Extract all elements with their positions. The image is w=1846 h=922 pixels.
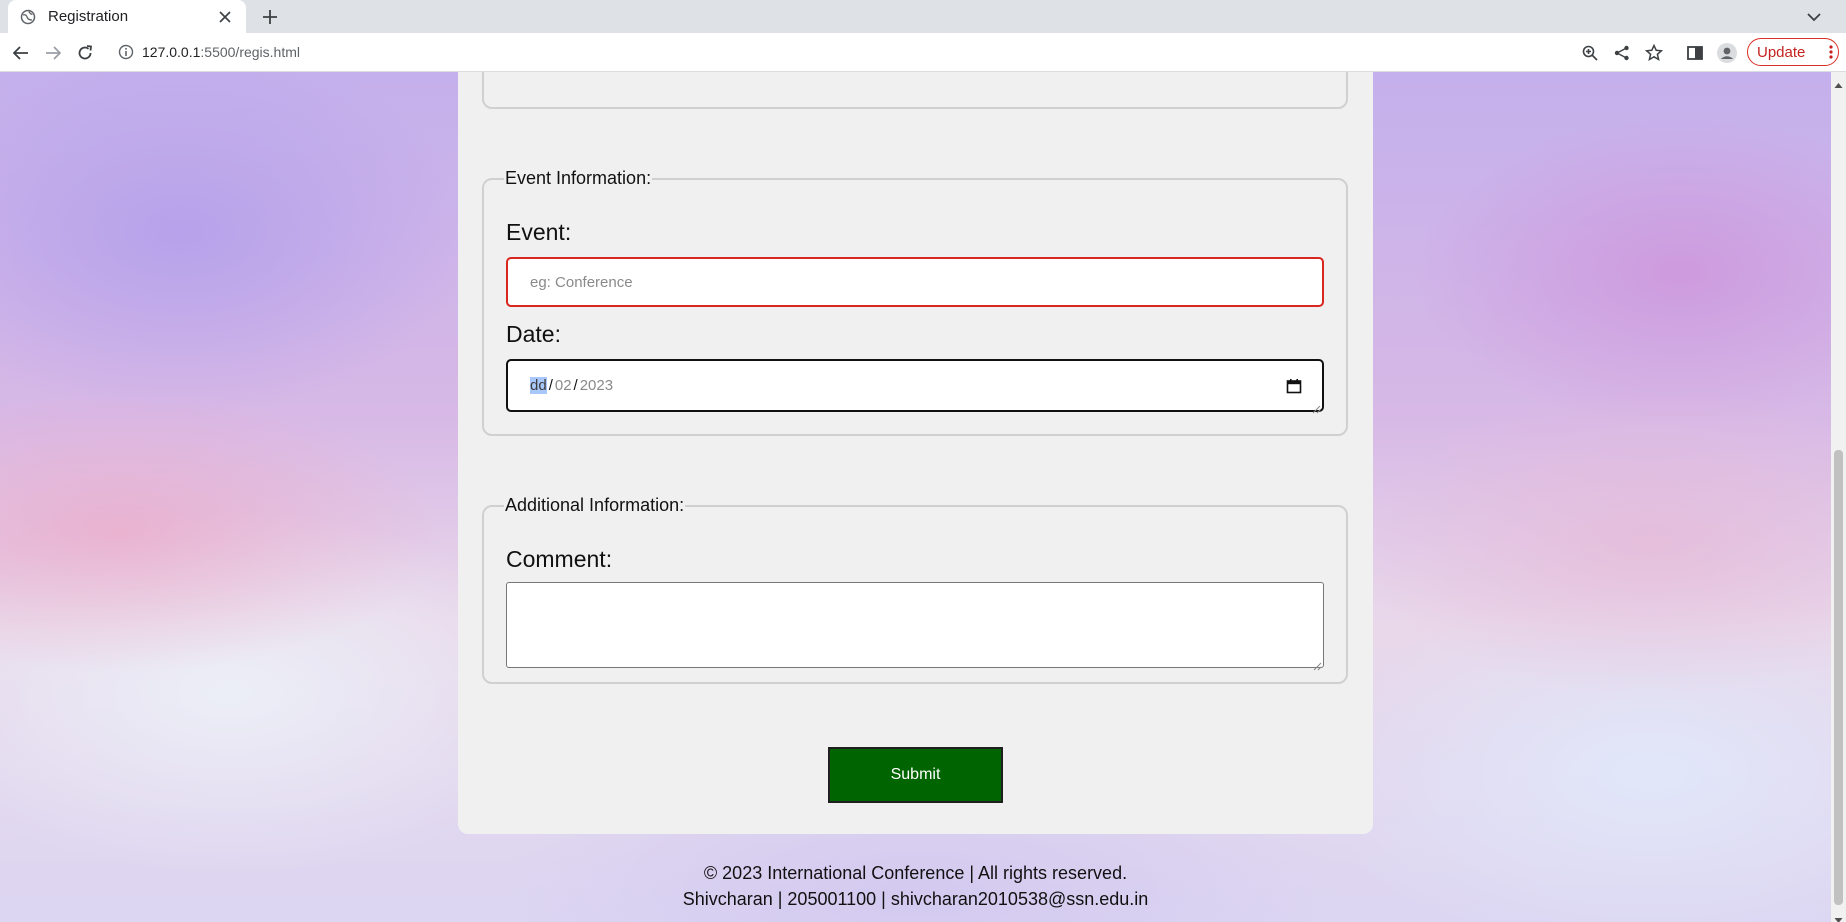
address-bar[interactable]: 127.0.0.1:5500/regis.html <box>110 37 1610 68</box>
submit-label: Submit <box>890 766 941 783</box>
registration-form-card: Event Information: Event: eg: Conference… <box>458 72 1373 834</box>
more-vert-icon <box>1824 42 1838 62</box>
vertical-scrollbar[interactable] <box>1831 72 1846 922</box>
resize-grip-icon[interactable] <box>1311 399 1321 414</box>
profile-icon[interactable] <box>1717 43 1737 63</box>
additional-information-fieldset: Additional Information: Comment: <box>482 495 1348 684</box>
page-viewport: Event Information: Event: eg: Conference… <box>0 72 1846 922</box>
star-icon[interactable] <box>1644 43 1664 63</box>
close-icon[interactable] <box>216 8 234 26</box>
resize-grip-icon[interactable] <box>1312 656 1322 671</box>
browser-toolbar: 127.0.0.1:5500/regis.html Update <box>0 33 1846 72</box>
chevron-down-icon[interactable] <box>1804 7 1824 27</box>
reload-icon[interactable] <box>74 42 96 64</box>
date-day-segment[interactable]: dd <box>530 377 547 394</box>
submit-button[interactable]: Submit <box>828 747 1003 803</box>
zoom-icon[interactable] <box>1580 43 1600 63</box>
calendar-icon[interactable] <box>1286 378 1302 394</box>
event-label: Event: <box>506 219 572 245</box>
page-footer: © 2023 International Conference | All ri… <box>0 860 1831 912</box>
event-information-fieldset: Event Information: Event: eg: Conference… <box>482 168 1348 436</box>
footer-contact: Shivcharan | 205001100 | shivcharan20105… <box>682 889 1149 909</box>
date-separator: / <box>573 377 578 394</box>
forward-arrow-icon[interactable] <box>42 42 64 64</box>
globe-icon <box>20 9 36 25</box>
event-information-legend: Event Information: <box>505 168 652 188</box>
tab-title: Registration <box>48 8 129 25</box>
comment-label: Comment: <box>506 546 613 572</box>
comment-textarea[interactable] <box>506 582 1324 671</box>
previous-fieldset <box>482 72 1348 109</box>
date-separator: / <box>548 377 553 394</box>
event-placeholder: eg: Conference <box>530 273 633 291</box>
share-icon[interactable] <box>1612 43 1632 63</box>
url-text: 127.0.0.1:5500/regis.html <box>142 44 300 60</box>
plus-icon[interactable] <box>259 6 281 28</box>
side-panel-icon[interactable] <box>1685 43 1705 63</box>
back-arrow-icon[interactable] <box>10 42 32 64</box>
update-button[interactable]: Update <box>1747 38 1839 66</box>
date-input[interactable]: dd / 02 / 2023 <box>506 359 1324 414</box>
event-input[interactable]: eg: Conference <box>506 257 1324 307</box>
tab-registration[interactable]: Registration <box>8 0 246 33</box>
additional-information-legend: Additional Information: <box>505 495 685 515</box>
scrollbar-thumb[interactable] <box>1834 450 1843 905</box>
update-label: Update <box>1757 43 1806 61</box>
date-month-segment[interactable]: 02 <box>555 377 572 394</box>
scroll-down-arrow-icon[interactable] <box>1834 910 1843 922</box>
info-icon[interactable] <box>118 44 134 60</box>
footer-copyright: © 2023 International Conference | All ri… <box>703 863 1128 883</box>
scroll-up-arrow-icon[interactable] <box>1834 75 1843 88</box>
date-year-segment[interactable]: 2023 <box>580 377 613 394</box>
date-label: Date: <box>506 321 561 347</box>
tab-strip: Registration <box>0 0 1846 33</box>
